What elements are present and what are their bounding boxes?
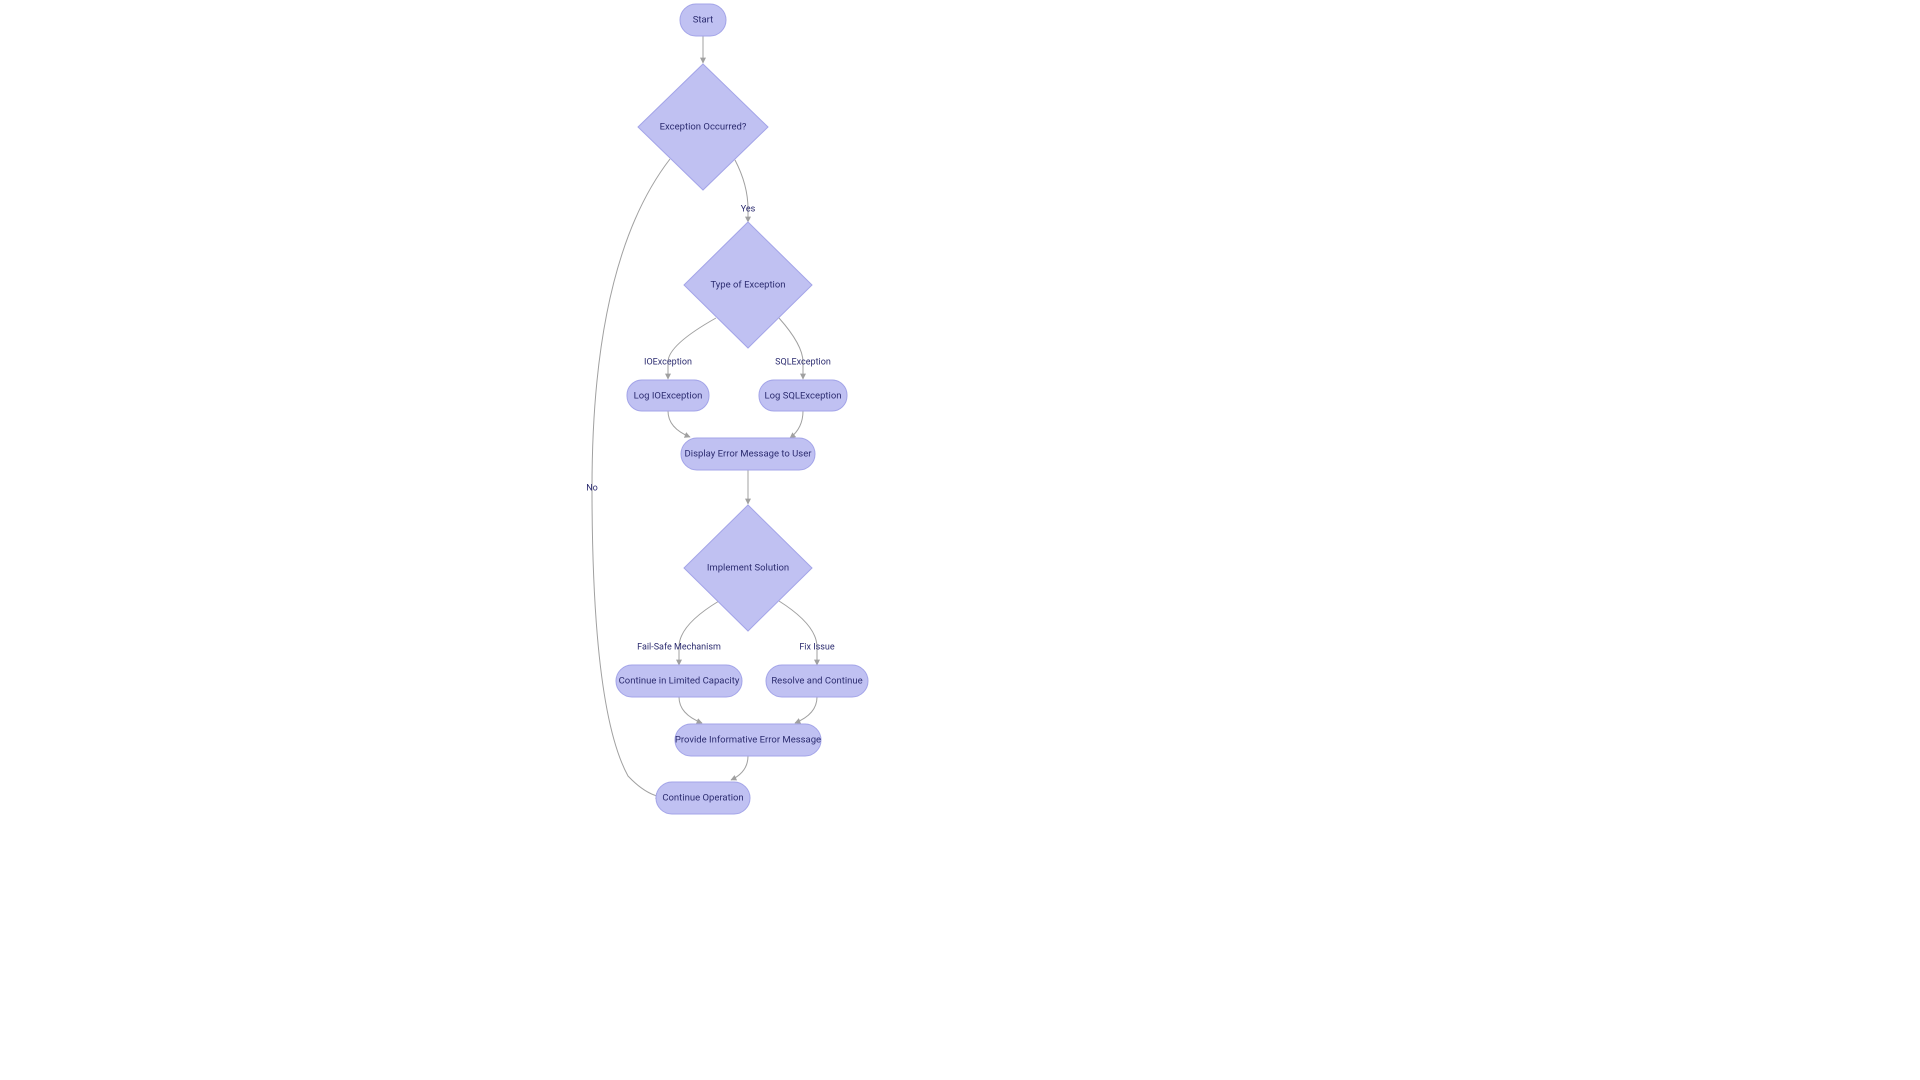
node-implement-label: Implement Solution	[707, 563, 789, 574]
node-logio-label: Log IOException	[634, 391, 703, 402]
flowchart-diagram: Yes No IOException SQLException Fail-Saf…	[0, 0, 1920, 1080]
node-informative: Provide Informative Error Message	[675, 724, 821, 756]
node-logsql-label: Log SQLException	[765, 391, 842, 402]
node-exception: Exception Occurred?	[638, 64, 768, 190]
edge-implement-limited	[679, 601, 719, 665]
edge-resolve-informative	[795, 697, 817, 723]
node-resolve-label: Resolve and Continue	[771, 676, 862, 687]
edge-exception-continue	[592, 159, 670, 797]
edge-label-failsafe: Fail-Safe Mechanism	[637, 642, 721, 652]
node-limited: Continue in Limited Capacity	[616, 665, 742, 697]
node-start: Start	[680, 4, 726, 36]
edge-label-fix: Fix Issue	[799, 642, 835, 652]
node-logio: Log IOException	[627, 380, 709, 411]
node-display-label: Display Error Message to User	[685, 449, 813, 460]
edge-label-sql: SQLException	[775, 357, 831, 367]
edge-informative-continue	[731, 756, 748, 780]
edge-implement-resolve	[779, 601, 817, 665]
edge-type-sql	[779, 318, 803, 379]
node-type: Type of Exception	[684, 222, 812, 348]
node-display: Display Error Message to User	[681, 438, 815, 470]
edge-label-io: IOException	[644, 357, 692, 367]
edge-logsql-display	[790, 411, 803, 438]
node-exception-label: Exception Occurred?	[660, 122, 747, 133]
edge-limited-informative	[679, 697, 702, 723]
edge-label-no: No	[586, 483, 598, 493]
node-type-label: Type of Exception	[710, 280, 785, 291]
node-informative-label: Provide Informative Error Message	[675, 735, 821, 746]
node-continue: Continue Operation	[656, 782, 750, 814]
node-logsql: Log SQLException	[759, 380, 847, 411]
edge-label-yes: Yes	[741, 204, 756, 214]
edge-logio-display	[668, 411, 690, 437]
node-start-label: Start	[693, 15, 713, 26]
node-continue-label: Continue Operation	[662, 793, 743, 804]
edge-type-io	[668, 318, 716, 379]
node-limited-label: Continue in Limited Capacity	[619, 676, 740, 687]
node-resolve: Resolve and Continue	[766, 665, 868, 697]
